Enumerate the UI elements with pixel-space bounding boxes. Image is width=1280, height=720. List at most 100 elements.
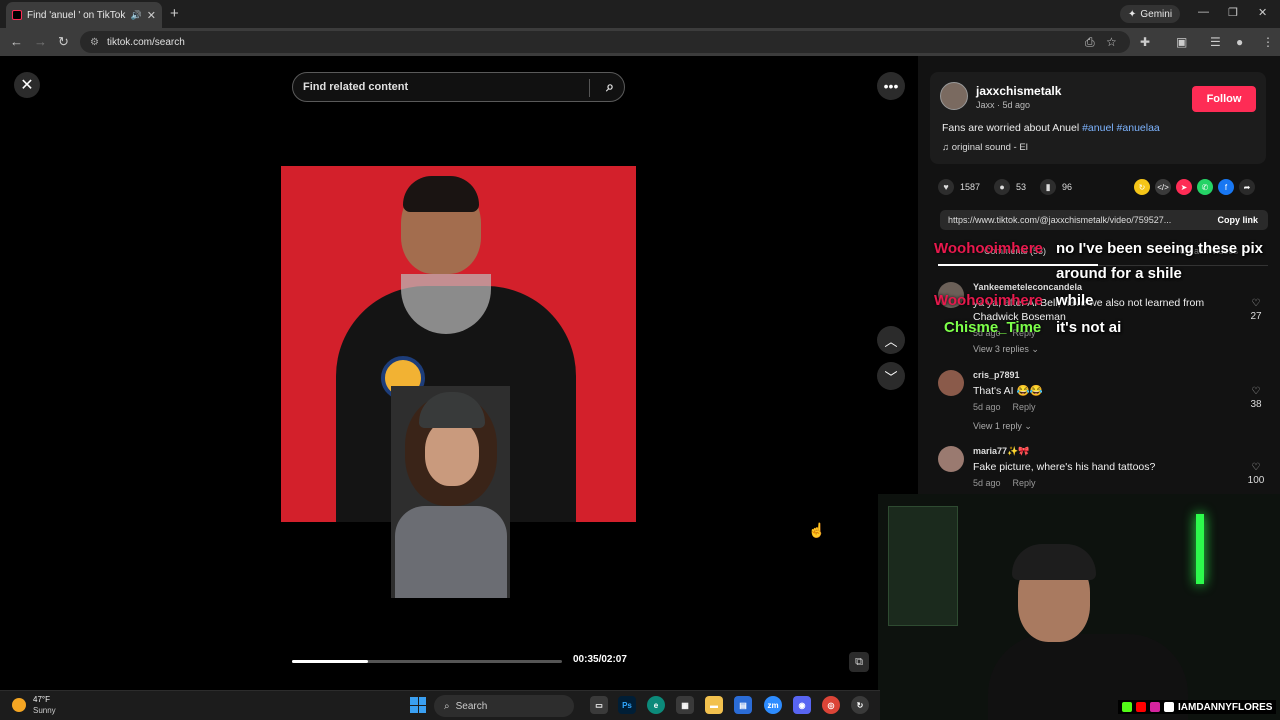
task-view-icon[interactable]: ▭ (590, 696, 608, 714)
music-note-icon: ♫ (942, 142, 950, 153)
follow-button[interactable]: Follow (1192, 86, 1256, 112)
browser-toolbar: ← → ↻ ⚙ tiktok.com/search ⎙ ☆ ✚ ▣ ☰ ● ⋮ (0, 28, 1280, 56)
author-avatar[interactable] (940, 82, 968, 110)
address-bar[interactable]: ⚙ tiktok.com/search (80, 31, 1130, 53)
comment-like[interactable]: ♡ 27 (1244, 298, 1268, 322)
more-options-button[interactable]: ••• (877, 72, 905, 100)
install-app-icon[interactable]: ⎙ (1085, 35, 1095, 50)
minimize-icon[interactable]: — (1198, 6, 1209, 18)
save-count: 96 (1062, 182, 1073, 192)
back-icon[interactable]: ← (10, 34, 23, 49)
save-stat[interactable]: ▮ 96 (1040, 179, 1072, 195)
comment-avatar[interactable] (938, 370, 964, 396)
next-video-button[interactable]: ﹀ (877, 362, 905, 390)
post-date: 5d ago (1002, 100, 1031, 110)
comment-username[interactable]: maria77✨🎀 (973, 446, 1029, 457)
file-explorer-icon[interactable]: ▬ (705, 696, 723, 714)
app-icon[interactable]: ▤ (734, 696, 752, 714)
start-icon[interactable] (410, 697, 426, 713)
like-stat[interactable]: ♥ 1587 (938, 179, 980, 195)
author-username[interactable]: jaxxchismetalk (976, 84, 1061, 98)
reading-list-icon[interactable]: ☰ (1210, 35, 1221, 49)
bookmark-star-icon[interactable]: ☆ (1106, 35, 1117, 49)
video-player[interactable]: Find related content ⌕ 00:35/02:07 (281, 56, 636, 690)
weather-temp[interactable]: 47°F (33, 695, 50, 704)
address-url: tiktok.com/search (106, 36, 185, 48)
restore-icon[interactable]: ❐ (1228, 6, 1238, 19)
profile-avatar-icon[interactable]: ● (1236, 35, 1243, 49)
send-icon[interactable]: ➤ (1176, 179, 1192, 195)
taskbar-search[interactable]: ⌕ Search (434, 695, 574, 717)
gemini-button[interactable]: ✦ Gemini (1120, 5, 1181, 23)
discord-icon[interactable]: ◉ (793, 696, 811, 714)
chat-username: Woohooimhere (934, 240, 1043, 257)
store-icon[interactable]: ▦ (676, 696, 694, 714)
chrome-icon[interactable]: ◎ (822, 696, 840, 714)
tab-close-icon[interactable]: ✕ (147, 9, 156, 22)
sun-icon[interactable] (12, 698, 26, 712)
hashtag-link[interactable]: #anuelaa (1117, 122, 1160, 134)
comment-avatar[interactable] (938, 446, 964, 472)
facebook-icon[interactable]: f (1218, 179, 1234, 195)
browser-tab[interactable]: Find 'anuel ' on TikTok | TikTok 🔊 ✕ (6, 2, 162, 28)
weather-condition[interactable]: Sunny (33, 706, 56, 715)
mouse-cursor-icon: ☝ (808, 522, 826, 538)
audio-icon[interactable]: 🔊 (131, 10, 142, 21)
forward-icon[interactable]: → (34, 34, 47, 49)
comment-stat[interactable]: ● 53 (994, 179, 1026, 195)
chevron-down-icon: ⌄ (1031, 344, 1039, 354)
comment-username[interactable]: Yankeemeteleconcandela (973, 282, 1082, 292)
author-display-name: Jaxx (976, 100, 995, 110)
share-arrow-icon[interactable]: ➦ (1239, 179, 1255, 195)
search-placeholder: Find related content (303, 81, 409, 93)
window-close-icon[interactable]: ✕ (1258, 6, 1267, 19)
comment-username[interactable]: cris_p7891 (973, 370, 1020, 380)
reload-icon[interactable]: ↻ (58, 34, 69, 50)
app-icon[interactable]: ↻ (851, 696, 869, 714)
sound-link[interactable]: ♫ original sound - El (942, 142, 1028, 153)
comment-count: 53 (1016, 182, 1027, 192)
streamer-webcam: IAMDANNYFLORES (878, 494, 1280, 720)
progress-bar[interactable] (292, 660, 562, 663)
view-replies-button[interactable]: View 1 reply ⌄ (973, 421, 1032, 432)
comment-like-count: 27 (1250, 311, 1262, 322)
whatsapp-icon[interactable]: ✆ (1197, 179, 1213, 195)
streamer-handle: IAMDANNYFLORES (1178, 701, 1273, 713)
floating-player-icon[interactable]: ⧉ (849, 652, 869, 672)
share-buttons: ↻ </> ➤ ✆ f ➦ (1134, 179, 1255, 195)
tiktok-favicon-icon (12, 10, 22, 20)
new-tab-button[interactable]: + (170, 5, 179, 22)
author-card: jaxxchismetalk Jaxx · 5d ago Follow Fans… (930, 72, 1266, 164)
hashtag-link[interactable]: #anuel (1082, 122, 1114, 134)
previous-video-button[interactable]: ︿ (877, 326, 905, 354)
comment-text: Fake picture, where's his hand tattoos? (973, 461, 1156, 473)
view-replies-button[interactable]: View 3 replies ⌄ (973, 344, 1039, 355)
edge-icon[interactable]: e (647, 696, 665, 714)
comment-like[interactable]: ♡ 38 (1244, 386, 1268, 410)
reply-button[interactable]: Reply (1013, 478, 1036, 488)
close-video-button[interactable]: ✕ (14, 72, 40, 98)
comment-like-count: 38 (1250, 399, 1262, 410)
search-icon[interactable]: ⌕ (606, 78, 614, 95)
extensions-icon[interactable]: ✚ (1140, 35, 1150, 49)
reply-button[interactable]: Reply (1013, 402, 1036, 412)
chat-username: Chisme_Time (944, 319, 1042, 336)
sidepanel-icon[interactable]: ▣ (1176, 35, 1187, 49)
comment-meta: 5d ago Reply (973, 478, 1048, 488)
background-shelf (888, 506, 958, 626)
comment-like[interactable]: ♡ 100 (1244, 462, 1268, 486)
repost-icon[interactable]: ↻ (1134, 179, 1150, 195)
site-info-icon[interactable]: ⚙ (90, 37, 99, 48)
zoom-icon[interactable]: zm (764, 696, 782, 714)
comment-text: That's AI 😂😂 (973, 385, 1043, 397)
taskbar-search-label: Search (455, 700, 488, 712)
copy-link-button[interactable]: Copy link (1217, 215, 1258, 225)
menu-kebab-icon[interactable]: ⋮ (1262, 35, 1274, 49)
photoshop-icon[interactable]: Ps (618, 696, 636, 714)
related-search-input[interactable]: Find related content ⌕ (292, 72, 625, 102)
chat-message: while (1056, 292, 1094, 309)
embed-icon[interactable]: </> (1155, 179, 1171, 195)
share-url[interactable]: https://www.tiktok.com/@jaxxchismetalk/v… (948, 215, 1193, 225)
creator-face (425, 420, 479, 486)
instagram-icon (1150, 702, 1160, 712)
